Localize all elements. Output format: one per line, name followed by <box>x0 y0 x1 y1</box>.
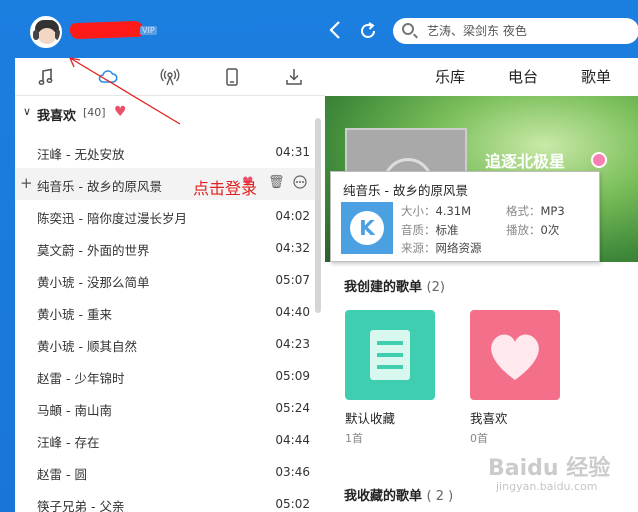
scrollbar[interactable] <box>315 118 321 313</box>
song-row[interactable]: + 纯音乐 - 故乡的原风景 ♥ 🗑 <box>15 168 319 200</box>
song-row[interactable]: 黄小琥 - 顺其自然 04:23 <box>15 328 319 360</box>
song-row[interactable]: 筷子兄弟 - 父亲 05:02 <box>15 488 319 512</box>
tab-playlists[interactable]: 歌单 <box>581 66 611 87</box>
user-avatar[interactable] <box>30 16 62 48</box>
song-row[interactable]: 黄小琥 - 重来 04:40 <box>15 296 319 328</box>
add-icon[interactable]: + <box>20 174 33 192</box>
playlist-default[interactable]: 默认收藏 1首 <box>345 310 437 446</box>
search-input[interactable] <box>427 18 637 44</box>
song-row[interactable]: 马頔 - 南山南 05:24 <box>15 392 319 424</box>
banner-title[interactable]: 追逐北极星 <box>485 148 565 172</box>
song-row[interactable]: 赵雷 - 少年锦时 05:09 <box>15 360 319 392</box>
song-row[interactable]: 黄小琥 - 没那么简单 05:07 <box>15 264 319 296</box>
tooltip-size: 大小：4.31M <box>401 204 472 218</box>
watermark-logo: Baidu 经验 <box>488 456 611 481</box>
vip-badge: VIP <box>140 26 157 35</box>
song-duration: 03:46 <box>275 465 310 479</box>
song-name: 筷子兄弟 - 父亲 <box>37 499 125 512</box>
song-duration: 04:31 <box>275 145 310 159</box>
song-duration: 04:02 <box>275 209 310 223</box>
playlist-favorites[interactable]: 我喜欢 0首 <box>470 310 562 446</box>
song-duration: 05:02 <box>275 497 310 511</box>
kugou-logo: K <box>341 202 393 254</box>
playlist-cover[interactable] <box>345 310 435 400</box>
song-name: 纯音乐 - 故乡的原风景 <box>37 179 162 194</box>
song-row[interactable]: 汪峰 - 存在 04:44 <box>15 424 319 456</box>
tab-library[interactable]: 乐库 <box>435 66 465 87</box>
right-panel: 乐库 电台 歌单 追逐北极星 我创建的歌单 (2) 默认收藏 1首 我喜欢 0首… <box>325 58 638 512</box>
tab-radio[interactable]: 电台 <box>508 66 538 87</box>
delete-icon[interactable]: 🗑 <box>268 175 285 190</box>
tooltip-format: 格式：MP3 <box>506 204 565 218</box>
song-name: 赵雷 - 圆 <box>37 467 87 482</box>
back-arrow-icon[interactable] <box>328 20 346 42</box>
female-icon <box>591 152 607 168</box>
song-duration: 04:23 <box>275 337 310 351</box>
song-name: 陈奕迅 - 陪你度过漫长岁月 <box>37 211 187 226</box>
song-duration: 04:40 <box>275 305 310 319</box>
more-icon[interactable] <box>293 175 307 193</box>
tooltip-plays: 播放：0次 <box>506 223 560 237</box>
song-duration: 05:09 <box>275 369 310 383</box>
top-bar: VIP <box>0 0 638 58</box>
annotation-arrow <box>69 57 181 125</box>
search-icon[interactable] <box>402 23 414 35</box>
song-info-tooltip: 纯音乐 - 故乡的原风景 K 大小：4.31M 格式：MP3 音质：标准 播放：… <box>330 171 600 262</box>
song-name: 马頔 - 南山南 <box>37 403 112 418</box>
song-duration: 05:24 <box>275 401 310 415</box>
list-icon <box>370 330 410 380</box>
refresh-icon[interactable] <box>358 21 378 41</box>
song-name: 汪峰 - 存在 <box>37 435 100 450</box>
song-name: 黄小琥 - 重来 <box>37 307 112 322</box>
song-row[interactable]: 莫文蔚 - 外面的世界 04:32 <box>15 232 319 264</box>
song-row[interactable]: 赵雷 - 圆 03:46 <box>15 456 319 488</box>
right-tab-bar: 乐库 电台 歌单 <box>325 58 638 96</box>
song-name: 黄小琥 - 顺其自然 <box>37 339 137 354</box>
song-duration: 05:07 <box>275 273 310 287</box>
annotation-text: 点击登录 <box>193 179 258 198</box>
tooltip-source: 来源：网络资源 <box>401 241 482 255</box>
watermark-url: jingyan.baidu.com <box>496 480 598 493</box>
playlist-name[interactable]: 我喜欢 <box>470 408 562 427</box>
redacted-username <box>69 20 145 40</box>
song-duration: 04:32 <box>275 241 310 255</box>
song-name: 莫文蔚 - 外面的世界 <box>37 243 150 258</box>
created-playlists-header: 我创建的歌单 (2) <box>344 280 445 295</box>
tooltip-title: 纯音乐 - 故乡的原风景 <box>343 183 468 198</box>
download-icon[interactable] <box>263 58 325 96</box>
tooltip-quality: 音质：标准 <box>401 223 459 237</box>
song-name: 黄小琥 - 没那么简单 <box>37 275 150 290</box>
song-row[interactable]: 陈奕迅 - 陪你度过漫长岁月 04:02 <box>15 200 319 232</box>
playlist-count: 1首 <box>345 432 363 445</box>
playlist-name[interactable]: 默认收藏 <box>345 408 437 427</box>
device-icon[interactable] <box>201 58 263 96</box>
playlist-cover[interactable] <box>470 310 560 400</box>
song-name: 汪峰 - 无处安放 <box>37 147 125 162</box>
collected-playlists-header: 我收藏的歌单 ( 2 ) <box>344 489 454 504</box>
song-name: 赵雷 - 少年锦时 <box>37 371 125 386</box>
song-duration: 04:44 <box>275 433 310 447</box>
heart-icon <box>491 334 539 380</box>
search-box[interactable] <box>393 18 638 44</box>
song-row[interactable]: 汪峰 - 无处安放 04:31 <box>15 136 319 168</box>
playlist-count: 0首 <box>470 432 488 445</box>
chevron-down-icon[interactable]: ∨ <box>23 105 31 118</box>
